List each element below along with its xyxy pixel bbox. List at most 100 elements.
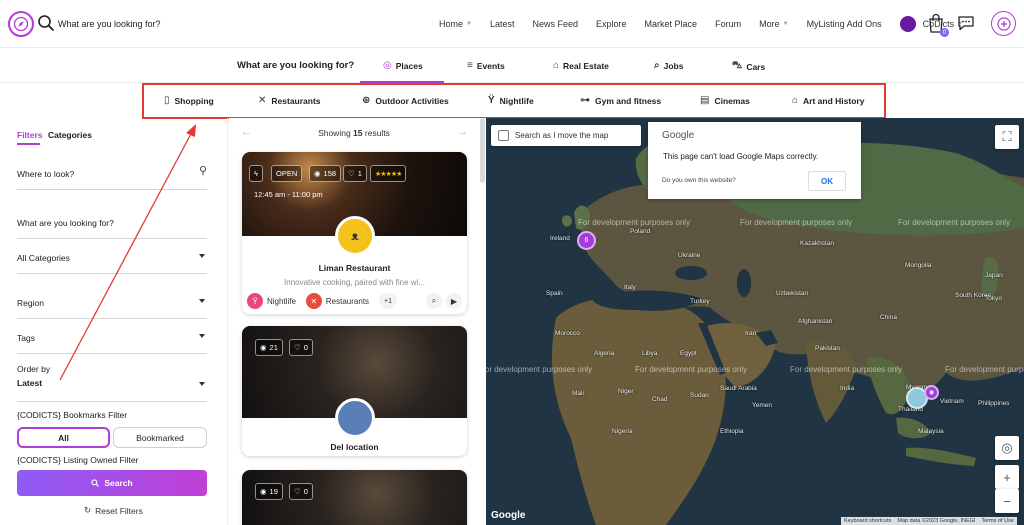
listing-card[interactable]: ◉ 21 ♡ 0 Del location	[242, 326, 467, 456]
map-cluster-marker[interactable]: 6	[577, 231, 596, 250]
filter-all-toggle[interactable]: All	[17, 427, 110, 448]
views-count: ◉ 19	[255, 483, 283, 500]
ok-button[interactable]: OK	[808, 171, 846, 191]
compass-logo-icon[interactable]	[8, 11, 34, 37]
search-as-move-checkbox[interactable]: Search as I move the map	[491, 125, 641, 146]
listing-title[interactable]: Liman Restaurant	[242, 263, 467, 273]
tab-events[interactable]: ≡ Events	[467, 60, 505, 71]
tab-filters[interactable]: Filters	[17, 130, 43, 140]
utensils-icon: ✕	[258, 95, 267, 106]
open-status-badge: OPEN	[271, 165, 303, 182]
heart-icon: ♡	[348, 169, 355, 178]
more-tags-badge[interactable]: +1	[379, 293, 398, 309]
tab-cars[interactable]: ⛍ Cars	[732, 60, 765, 73]
map-label: Chad	[652, 396, 668, 403]
chat-icon[interactable]	[957, 15, 975, 31]
map-label: Uzbekistan	[776, 290, 809, 297]
chevron-down-icon	[199, 382, 205, 386]
results-scrollbar[interactable]	[480, 118, 485, 183]
map-label: Yemen	[752, 402, 772, 409]
category-restaurants[interactable]: ✕ Restaurants	[258, 95, 321, 106]
nav-explore[interactable]: Explore	[587, 19, 636, 29]
header-search-input[interactable]	[58, 15, 318, 33]
nav-mylisting-add-ons[interactable]: MyListing Add Ons	[798, 19, 891, 29]
nav-latest[interactable]: Latest	[481, 19, 524, 29]
dev-watermark: For development purposes only	[480, 365, 593, 374]
opening-hours: 12:45 am - 11:00 pm	[254, 190, 323, 199]
nav-forum[interactable]: Forum	[706, 19, 750, 29]
fullscreen-icon[interactable]: ⛶	[995, 125, 1019, 149]
error-message: This page can't load Google Maps correct…	[663, 152, 819, 161]
nav-more[interactable]: More ▼	[750, 19, 797, 29]
tag-nightlife[interactable]: Nightlife	[267, 297, 296, 306]
cocktail-icon: Ÿ	[247, 293, 263, 309]
eye-icon: ◉	[260, 487, 267, 496]
category-art-and-history[interactable]: ⌂ Art and History	[792, 95, 864, 106]
tab-categories[interactable]: Categories	[48, 130, 92, 140]
museum-icon: ⌂	[792, 95, 799, 106]
location-pin-icon[interactable]: ⚲	[199, 164, 207, 177]
category-shopping[interactable]: ▯ Shopping	[164, 95, 214, 106]
filter-bookmarked-toggle[interactable]: Bookmarked	[113, 427, 207, 448]
zoom-out-button[interactable]: −	[995, 489, 1019, 513]
search-icon: ⌕	[654, 60, 660, 71]
search-icon[interactable]	[37, 14, 55, 32]
dev-watermark: For development purposes only	[898, 218, 1011, 227]
dev-watermark: For development purposes only	[635, 365, 748, 374]
categories-dropdown[interactable]: All Categories	[17, 250, 207, 274]
search-button[interactable]: Search	[17, 470, 207, 496]
category-outdoor-activities[interactable]: ⊕ Outdoor Activities	[362, 95, 449, 106]
checkbox[interactable]	[498, 130, 509, 141]
zoom-in-button[interactable]: +	[995, 465, 1019, 489]
region-dropdown[interactable]: Region	[17, 295, 207, 319]
map-label: Tokyo	[985, 295, 1002, 302]
nav-home[interactable]: Home ▼	[430, 19, 481, 29]
map-label: India	[840, 385, 855, 392]
terms-link[interactable]: Terms of Use	[981, 518, 1013, 524]
order-by-dropdown[interactable]: Order by Latest	[17, 364, 207, 402]
keyword-field[interactable]: What are you looking for?	[17, 215, 207, 239]
map-label: Saudi Arabia	[720, 385, 757, 392]
map-label: Libya	[642, 350, 658, 357]
tags-dropdown[interactable]: Tags	[17, 330, 207, 354]
tag-restaurants[interactable]: Restaurants	[326, 297, 369, 306]
dev-watermark: For development purposes only	[578, 218, 691, 227]
play-icon[interactable]: ▶	[446, 293, 462, 309]
map-pin-icon: ◎	[383, 60, 392, 71]
quick-view-search-icon[interactable]: ⌕	[426, 293, 442, 309]
map-label: Pakistan	[815, 345, 840, 352]
map-label: Kazakhstan	[800, 240, 834, 247]
location-field[interactable]: Where to look? ⚲	[17, 164, 207, 190]
tab-real-estate[interactable]: ⌂ Real Estate	[553, 60, 609, 71]
tab-jobs[interactable]: ⌕ Jobs	[654, 60, 683, 71]
map-label: Nigeria	[612, 428, 633, 435]
nav-news-feed[interactable]: News Feed	[524, 19, 588, 29]
listing-card[interactable]: ◉ 19 ♡ 0	[242, 470, 467, 525]
map-marker-icon[interactable]: ◉	[924, 385, 939, 400]
listing-card[interactable]: ϟ OPEN ◉ 158 ♡ 1 ★★★★★ 12:45 am - 11:00 pm…	[242, 152, 467, 314]
category-bar: ▯ Shopping ✕ Restaurants ⊕ Outdoor Activiti…	[0, 83, 1024, 119]
google-maps-error-dialog: Google This page can't load Google Maps …	[648, 122, 861, 199]
reset-filters-button[interactable]: ↻ Reset Filters	[84, 505, 143, 516]
add-listing-button[interactable]	[991, 11, 1016, 36]
map-label: Mongolia	[905, 262, 932, 269]
listing-cover-image: ◉ 19 ♡ 0	[242, 470, 467, 525]
own-website-link[interactable]: Do you own this website?	[662, 177, 736, 184]
category-gym-and-fitness[interactable]: ⊶ Gym and fitness	[580, 95, 661, 106]
keyboard-shortcuts-link[interactable]: Keyboard shortcuts	[844, 518, 891, 524]
locate-me-icon[interactable]: ◎	[995, 436, 1019, 460]
tab-places[interactable]: ◎ Places	[383, 60, 423, 71]
top-navbar: Home▼ Latest News Feed Explore Market Pl…	[0, 0, 1024, 48]
main-nav: Home ▼ Latest News Feed Explore Market Pl…	[430, 0, 972, 48]
listing-logo: ᴥ	[335, 216, 375, 256]
dev-watermark: For development purposes only	[740, 218, 853, 227]
listing-categories: Ÿ Nightlife ✕ Restaurants +1 ⌕ ▶	[242, 287, 467, 314]
bookmarks-filter-label: {CODICTS} Bookmarks Filter	[17, 410, 128, 420]
category-nightlife[interactable]: Ÿ Nightlife	[488, 95, 534, 106]
type-question: What are you looking for?	[237, 60, 355, 71]
nav-market-place[interactable]: Market Place	[636, 19, 707, 29]
owned-filter-label: {CODICTS} Listing Owned Filter	[17, 455, 139, 465]
listing-title[interactable]: Del location	[242, 442, 467, 452]
google-logo: Google	[491, 510, 526, 521]
category-cinemas[interactable]: ▤ Cinemas	[700, 95, 750, 106]
